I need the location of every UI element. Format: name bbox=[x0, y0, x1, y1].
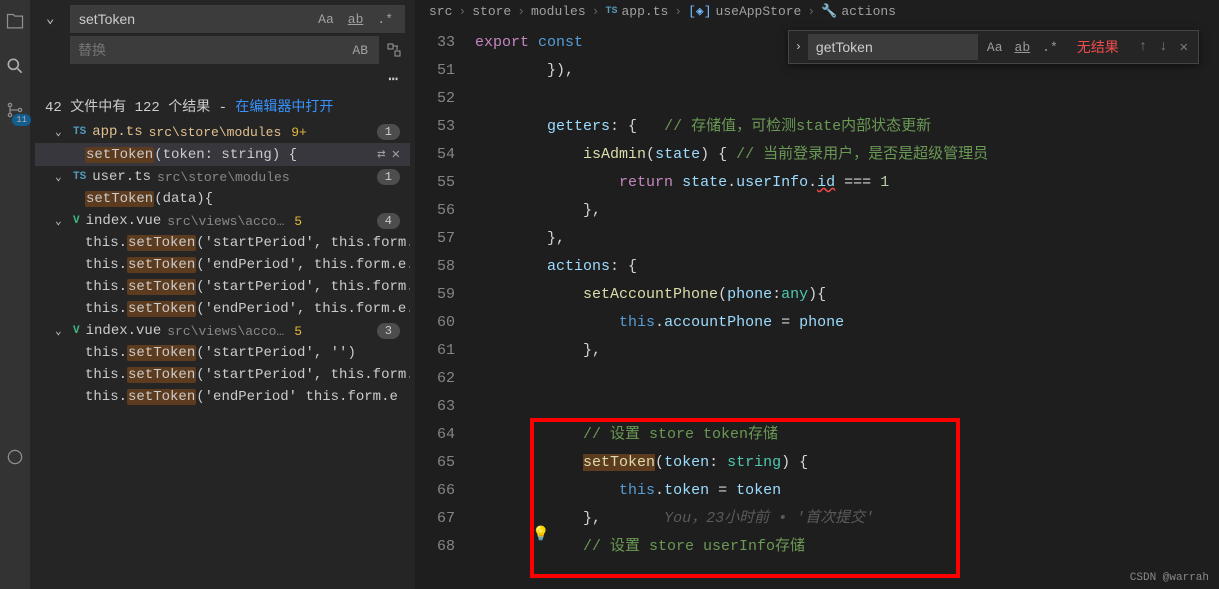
file-name: user.ts bbox=[92, 169, 151, 185]
watermark: CSDN @warrah bbox=[1130, 572, 1209, 584]
preserve-case-toggle[interactable]: AB bbox=[349, 42, 371, 59]
breadcrumb-item[interactable]: 🔧 actions bbox=[821, 4, 896, 19]
match-word-toggle[interactable]: ab bbox=[345, 11, 367, 28]
find-regex-toggle[interactable]: .* bbox=[1039, 39, 1061, 56]
search-result-match[interactable]: this.setToken('endPeriod' this.form.e bbox=[35, 386, 410, 408]
file-name: app.ts bbox=[92, 124, 142, 140]
code-content[interactable]: export const }), getters: { // 存储值，可检测st… bbox=[475, 29, 1219, 589]
find-word-toggle[interactable]: ab bbox=[1012, 39, 1034, 56]
find-close-icon[interactable]: ✕ bbox=[1176, 37, 1192, 58]
replace-match-icon[interactable]: ⇄ bbox=[377, 146, 385, 163]
file-path: src\store\modules bbox=[157, 170, 290, 185]
match-count-badge: 1 bbox=[377, 169, 400, 185]
chevron-down-icon[interactable]: ⌄ bbox=[55, 324, 67, 338]
file-name: index.vue bbox=[86, 213, 162, 229]
chevron-down-icon[interactable]: ⌄ bbox=[55, 170, 67, 184]
dismiss-match-icon[interactable]: ✕ bbox=[392, 146, 400, 163]
editor-pane: src›store›modules›TS app.ts›[◈] useAppSt… bbox=[415, 0, 1219, 589]
find-next-icon[interactable]: ↓ bbox=[1155, 37, 1171, 58]
find-prev-icon[interactable]: ↑ bbox=[1135, 37, 1151, 58]
search-result-file[interactable]: ⌄ TS app.ts src\store\modules 9+ 1 bbox=[35, 121, 410, 143]
modified-badge: 5 bbox=[294, 214, 302, 229]
replace-all-icon[interactable] bbox=[383, 39, 405, 61]
match-count-badge: 1 bbox=[377, 124, 400, 140]
find-input[interactable] bbox=[808, 34, 978, 60]
search-collapse-icon[interactable]: ⌄ bbox=[46, 11, 54, 28]
search-result-match[interactable]: this.setToken('startPeriod', '') bbox=[35, 342, 410, 364]
modified-badge: 9+ bbox=[291, 125, 307, 140]
search-sidebar: ⌄ Aa ab .* AB ⋯ 42 文件中有 122 个结果 - 在编辑器中打… bbox=[30, 0, 415, 589]
find-result-count: 无结果 bbox=[1067, 37, 1129, 57]
ts-file-icon: TS bbox=[73, 171, 86, 183]
breadcrumbs[interactable]: src›store›modules›TS app.ts›[◈] useAppSt… bbox=[415, 0, 1219, 23]
chevron-down-icon[interactable]: ⌄ bbox=[55, 125, 67, 139]
remote-icon[interactable] bbox=[3, 445, 27, 469]
replace-input[interactable] bbox=[78, 42, 349, 58]
file-name: index.vue bbox=[86, 323, 162, 339]
search-result-match[interactable]: setToken(data){ bbox=[35, 188, 410, 210]
match-count-badge: 4 bbox=[377, 213, 400, 229]
breadcrumb-item[interactable]: TS app.ts bbox=[605, 4, 668, 19]
file-path: src\views\acco… bbox=[167, 214, 284, 229]
explorer-icon[interactable] bbox=[3, 10, 27, 34]
search-result-match[interactable]: this.setToken('endPeriod', this.form.e..… bbox=[35, 254, 410, 276]
find-widget: › Aa ab .* 无结果 ↑ ↓ ✕ bbox=[788, 30, 1199, 64]
search-results-tree: ⌄ TS app.ts src\store\modules 9+ 1 setTok… bbox=[35, 121, 410, 589]
source-control-icon[interactable]: 11 bbox=[3, 98, 27, 122]
search-result-match[interactable]: this.setToken('startPeriod', this.form..… bbox=[35, 276, 410, 298]
match-count-badge: 3 bbox=[377, 323, 400, 339]
search-input-box: ⌄ Aa ab .* bbox=[70, 5, 405, 33]
file-path: src\views\acco… bbox=[167, 324, 284, 339]
vue-file-icon: V bbox=[73, 325, 80, 337]
search-result-match[interactable]: this.setToken('endPeriod', this.form.e..… bbox=[35, 298, 410, 320]
ts-file-icon: TS bbox=[73, 126, 86, 138]
breadcrumb-item[interactable]: src bbox=[429, 4, 452, 19]
search-result-match[interactable]: setToken(token: string) {⇄✕ bbox=[35, 143, 410, 166]
search-input[interactable] bbox=[79, 11, 315, 27]
search-result-file[interactable]: ⌄ V index.vue src\views\acco… 5 3 bbox=[35, 320, 410, 342]
modified-badge: 5 bbox=[294, 324, 302, 339]
file-path: src\store\modules bbox=[149, 125, 282, 140]
scm-badge: 11 bbox=[12, 114, 31, 126]
line-gutter: 33515253545556575859606162636465666768 bbox=[415, 29, 475, 589]
breadcrumb-item[interactable]: store bbox=[472, 4, 511, 19]
lightbulb-icon[interactable]: 💡 bbox=[532, 526, 549, 543]
search-result-match[interactable]: this.setToken('startPeriod', this.form..… bbox=[35, 232, 410, 254]
search-result-match[interactable]: this.setToken('startPeriod', this.form..… bbox=[35, 364, 410, 386]
regex-toggle[interactable]: .* bbox=[374, 11, 396, 28]
find-case-toggle[interactable]: Aa bbox=[984, 39, 1006, 56]
vue-file-icon: V bbox=[73, 215, 80, 227]
find-expand-icon[interactable]: › bbox=[789, 40, 808, 54]
search-summary: 42 文件中有 122 个结果 - 在编辑器中打开 bbox=[35, 91, 410, 121]
search-icon[interactable] bbox=[3, 54, 27, 78]
breadcrumb-item[interactable]: modules bbox=[531, 4, 586, 19]
chevron-down-icon[interactable]: ⌄ bbox=[55, 214, 67, 228]
search-result-file[interactable]: ⌄ V index.vue src\views\acco… 5 4 bbox=[35, 210, 410, 232]
search-more-icon[interactable]: ⋯ bbox=[35, 67, 410, 91]
breadcrumb-item[interactable]: [◈] useAppStore bbox=[688, 4, 801, 19]
search-result-file[interactable]: ⌄ TS user.ts src\store\modules 1 bbox=[35, 166, 410, 188]
match-case-toggle[interactable]: Aa bbox=[315, 11, 337, 28]
open-in-editor-link[interactable]: 在编辑器中打开 bbox=[235, 100, 333, 116]
